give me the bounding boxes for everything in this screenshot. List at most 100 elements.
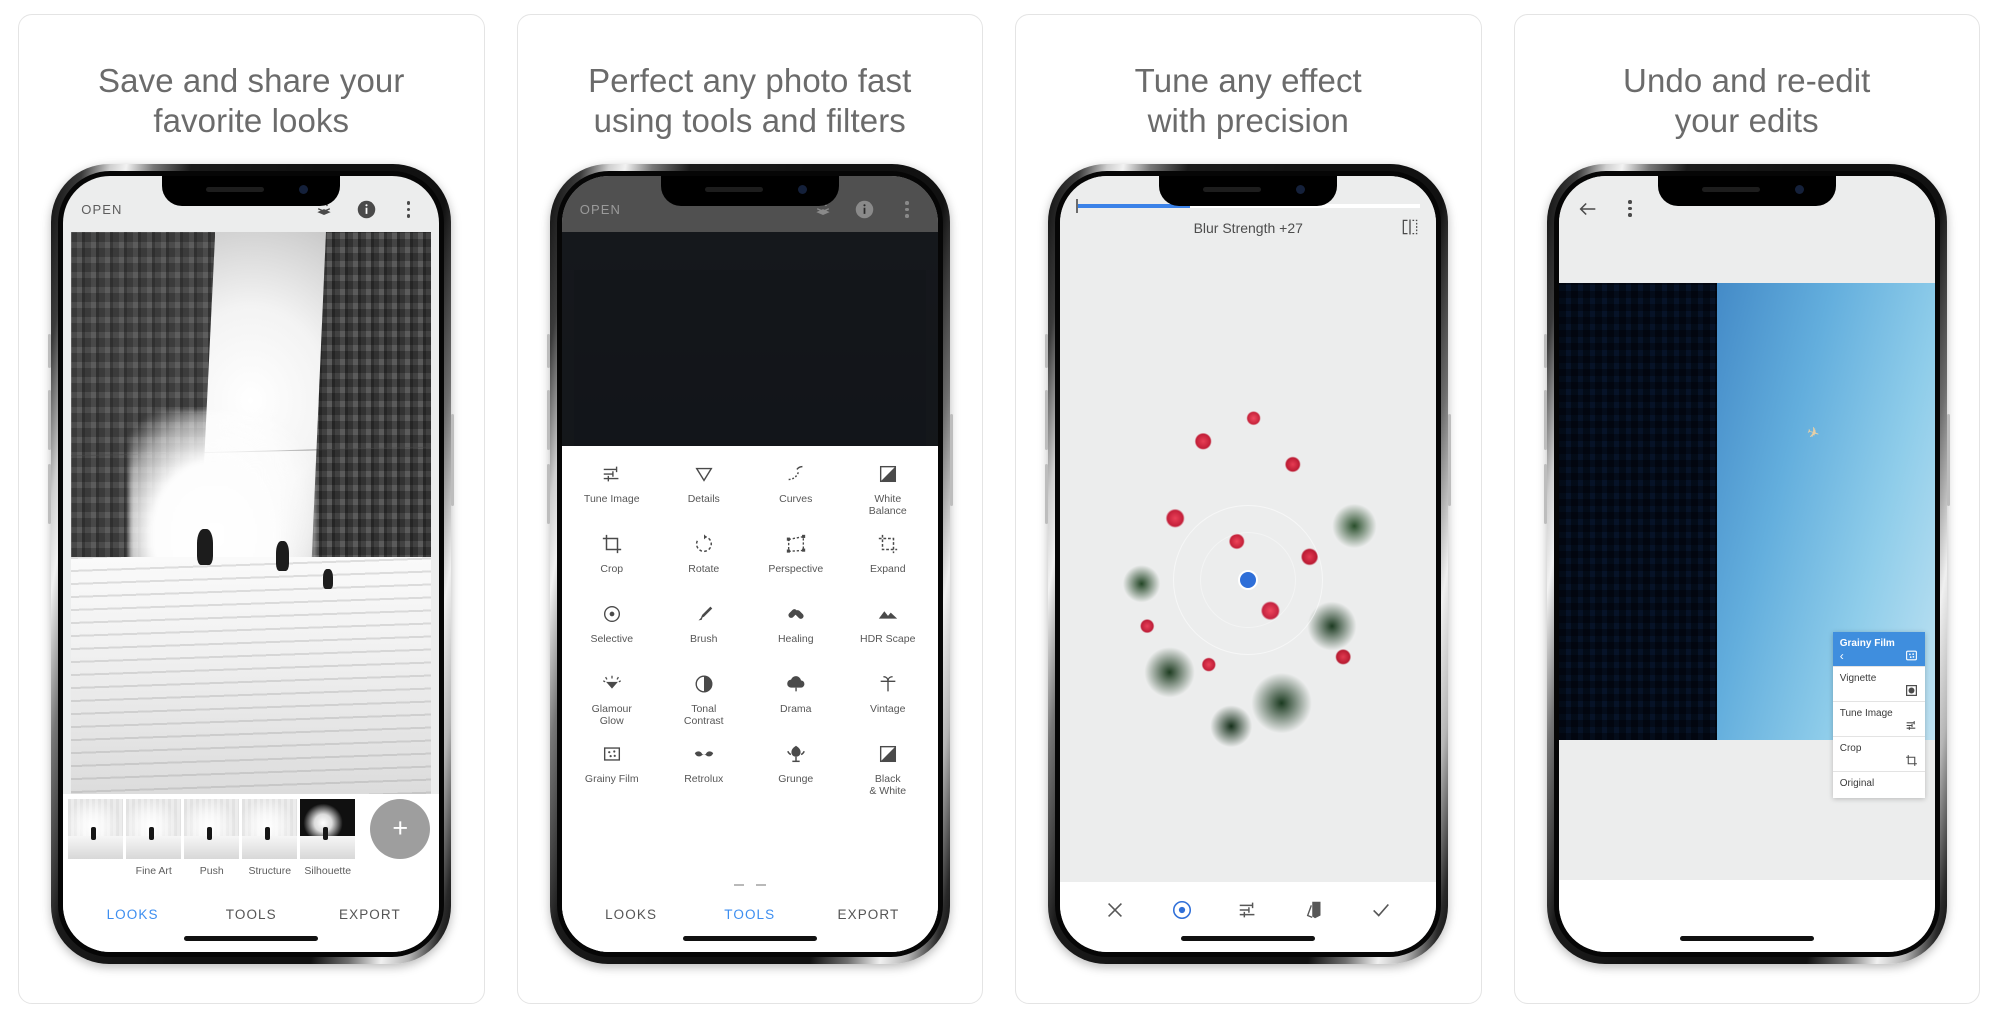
selective-target-icon[interactable]	[1171, 899, 1193, 921]
kebab-menu-icon[interactable]	[894, 197, 920, 223]
phone-volume-down-button	[1045, 463, 1049, 524]
phone-bezel: Blur Strength +27	[1055, 170, 1442, 957]
phone-mockup: Blur Strength +27	[1045, 163, 1452, 964]
tool-perspective[interactable]: Perspective	[750, 528, 842, 598]
info-icon[interactable]	[852, 197, 878, 223]
tool-rotate[interactable]: Rotate	[658, 528, 750, 598]
plus-icon: +	[392, 813, 409, 843]
photo-preview[interactable]	[1108, 372, 1389, 757]
photo-canvas[interactable]	[1060, 247, 1437, 882]
open-button[interactable]: OPEN	[81, 202, 122, 217]
stack-compare-icon[interactable]	[1304, 899, 1326, 921]
list-item[interactable]: Structure	[242, 798, 298, 877]
back-arrow-icon[interactable]	[1575, 196, 1601, 222]
chevron-left-icon[interactable]: ‹	[1840, 649, 1844, 663]
look-label: Silhouette	[304, 864, 352, 877]
phone-volume-down-button	[546, 463, 550, 524]
brush-icon	[693, 602, 715, 626]
edit-stack-item-vignette[interactable]: Vignette	[1832, 666, 1925, 702]
selective-control-point[interactable]	[1238, 569, 1259, 590]
retrolux-icon	[693, 742, 715, 766]
tool-glamour-glow[interactable]: Glamour Glow	[566, 668, 658, 738]
photo-figure	[276, 540, 290, 571]
info-icon[interactable]	[353, 197, 379, 223]
tab-tools[interactable]: TOOLS	[192, 907, 311, 922]
tool-white-balance[interactable]: White Balance	[842, 458, 934, 528]
tools-panel: Tune Image Details Curves White Balance …	[561, 445, 938, 952]
edit-stack-menu[interactable]: Grainy Film ‹ Vignette Tune Image Crop O…	[1832, 631, 1925, 798]
tool-label: Crop	[600, 562, 624, 575]
tool-vintage[interactable]: Vintage	[842, 668, 934, 738]
tool-retrolux[interactable]: Retrolux	[658, 738, 750, 808]
edit-stack-item-original[interactable]: Original	[1832, 771, 1925, 798]
look-label: Push	[199, 864, 224, 877]
tool-label: Retrolux	[684, 772, 724, 785]
tool-healing[interactable]: Healing	[750, 598, 842, 668]
tool-tonal-contrast[interactable]: Tonal Contrast	[658, 668, 750, 738]
drama-icon	[785, 672, 807, 696]
edit-stack-item-crop[interactable]: Crop	[1832, 736, 1925, 772]
photo-airplane: ✈	[1804, 423, 1822, 444]
tool-drama[interactable]: Drama	[750, 668, 842, 738]
tool-curves[interactable]: Curves	[750, 458, 842, 528]
tool-selective[interactable]: Selective	[566, 598, 658, 668]
screenshot-gallery: Save and share your favorite looks OPEN	[0, 0, 1998, 1020]
tool-label: HDR Scape	[860, 632, 916, 645]
page-title: Undo and re-edit your edits	[1623, 62, 1871, 140]
kebab-menu-icon[interactable]	[395, 197, 421, 223]
looks-filmstrip[interactable]: Fine Art Push Structure Silhouette +	[63, 793, 440, 890]
tool-label: Drama	[779, 702, 812, 715]
close-icon[interactable]	[1104, 899, 1126, 921]
tool-label: Glamour Glow	[591, 702, 632, 728]
tool-expand[interactable]: Expand	[842, 528, 934, 598]
crop-icon	[1905, 754, 1918, 767]
page-title: Save and share your favorite looks	[98, 62, 405, 140]
list-item[interactable]: Fine Art	[126, 798, 182, 877]
list-item[interactable]: Silhouette	[300, 798, 356, 877]
tool-black-and-white[interactable]: Black & White	[842, 738, 934, 808]
confirm-check-icon[interactable]	[1370, 899, 1392, 921]
edit-stack-item-grainy-film[interactable]: Grainy Film ‹	[1832, 631, 1925, 667]
tab-export[interactable]: EXPORT	[809, 907, 928, 922]
tool-label: Brush	[690, 632, 718, 645]
grainy-film-icon	[601, 742, 623, 766]
look-thumbnail-partial[interactable]	[68, 798, 124, 859]
tool-crop[interactable]: Crop	[566, 528, 658, 598]
look-preview-image	[68, 798, 124, 859]
crop-icon	[601, 532, 623, 556]
look-preview-image	[242, 798, 298, 859]
white-balance-icon	[877, 462, 899, 486]
tab-tools[interactable]: TOOLS	[690, 907, 809, 922]
photo-preview[interactable]	[71, 231, 432, 794]
black-and-white-icon	[877, 742, 899, 766]
tune-image-icon	[1905, 719, 1918, 732]
earpiece-speaker	[1701, 186, 1760, 192]
look-label: Structure	[248, 864, 292, 877]
kebab-menu-icon[interactable]	[1617, 196, 1643, 222]
tool-label: Rotate	[688, 562, 720, 575]
tune-image-icon	[601, 462, 623, 486]
tab-export[interactable]: EXPORT	[311, 907, 430, 922]
tool-label: White Balance	[868, 492, 907, 518]
list-item[interactable]: Push	[184, 798, 240, 877]
tool-hdr-scape[interactable]: HDR Scape	[842, 598, 934, 668]
tool-details[interactable]: Details	[658, 458, 750, 528]
add-look-button[interactable]: +	[370, 798, 431, 859]
adjust-sliders-icon[interactable]	[1237, 899, 1259, 921]
tool-grunge[interactable]: Grunge	[750, 738, 842, 808]
tool-brush[interactable]: Brush	[658, 598, 750, 668]
tool-label: Curves	[779, 492, 813, 505]
front-camera	[797, 184, 807, 194]
tool-tune-image[interactable]: Tune Image	[566, 458, 658, 528]
phone-mute-switch	[48, 333, 52, 368]
tab-looks[interactable]: LOOKS	[73, 907, 192, 922]
expand-icon	[877, 532, 899, 556]
edit-stack-item-tune-image[interactable]: Tune Image	[1832, 701, 1925, 737]
tab-looks[interactable]: LOOKS	[572, 907, 691, 922]
phone-power-button	[1448, 413, 1452, 506]
photo-canvas[interactable]: ✈ Grainy Film ‹ Vignette Tune Image Crop…	[1558, 227, 1935, 880]
tool-grainy-film[interactable]: Grainy Film	[566, 738, 658, 808]
open-button[interactable]: OPEN	[580, 202, 621, 217]
compare-icon[interactable]	[1400, 217, 1420, 242]
grainy-film-icon	[1905, 649, 1918, 662]
